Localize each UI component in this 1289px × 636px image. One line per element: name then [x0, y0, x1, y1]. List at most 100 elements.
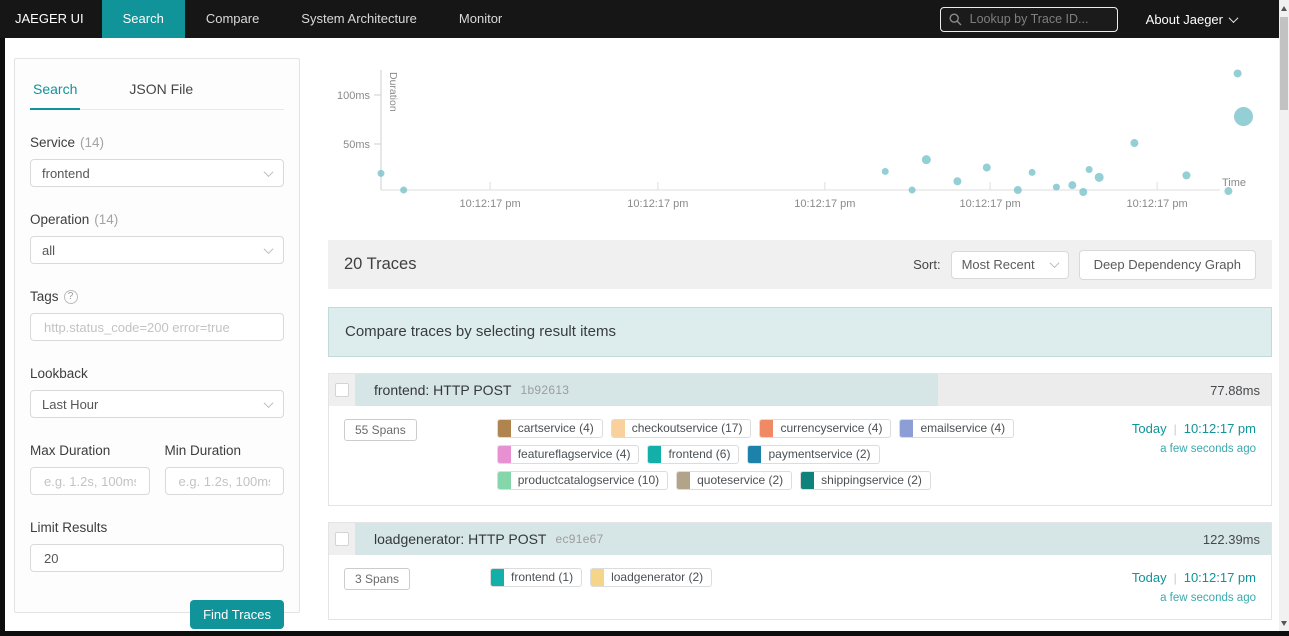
limit-results-label: Limit Results — [30, 520, 108, 535]
service-color-swatch — [900, 420, 914, 437]
service-color-swatch — [497, 420, 511, 437]
service-color-swatch — [677, 472, 691, 489]
service-tag-label: cartservice (4) — [517, 421, 594, 435]
trace-time-link[interactable]: 10:12:17 pm — [1184, 421, 1256, 436]
deep-dependency-graph-button[interactable]: Deep Dependency Graph — [1078, 249, 1256, 280]
page-scrollbar[interactable] — [1279, 0, 1289, 631]
search-panel-tab[interactable]: Search — [30, 71, 81, 110]
lookback-select-value: Last Hour — [42, 396, 99, 412]
help-icon[interactable]: ? — [63, 289, 78, 304]
svg-text:10:12:17 pm: 10:12:17 pm — [459, 198, 520, 210]
service-tag-label: currencyservice (4) — [780, 421, 883, 435]
min-duration-label: Min Duration — [164, 443, 242, 458]
trace-results-list: frontend: HTTP POST 1b92613 77.88ms 55 S… — [328, 373, 1272, 631]
service-tag: checkoutservice (17) — [610, 419, 752, 438]
trace-id: ec91e67 — [555, 532, 604, 546]
trace-time-link[interactable]: 10:12:17 pm — [1184, 570, 1256, 585]
app-brand[interactable]: JAEGER UI — [0, 0, 102, 38]
search-panel-tab-label: Search — [33, 81, 78, 97]
trace-checkbox[interactable] — [335, 383, 349, 397]
nav-tabs: Search Compare System Architecture Monit… — [101, 0, 524, 38]
nav-tab[interactable]: System Architecture — [280, 0, 438, 38]
service-tag-label: frontend (1) — [511, 570, 574, 584]
scrollbar-thumb[interactable] — [1280, 17, 1288, 110]
service-tag: quoteservice (2) — [676, 471, 793, 490]
min-duration-input[interactable] — [176, 472, 272, 490]
trace-date-link[interactable]: Today — [1132, 570, 1167, 585]
service-tag: loadgenerator (2) — [590, 568, 713, 587]
jaeger-ui-window: JAEGER UI Search Compare System Architec… — [0, 0, 1289, 636]
sort-select-value: Most Recent — [961, 257, 1035, 272]
service-tag: emailservice (4) — [899, 419, 1015, 438]
max-duration-input[interactable] — [42, 472, 138, 490]
trace-card-header: frontend: HTTP POST 1b92613 77.88ms — [329, 374, 1271, 406]
service-tag-label: frontend (6) — [668, 447, 731, 461]
about-jaeger-menu[interactable]: About Jaeger — [1145, 11, 1239, 27]
operation-select[interactable]: all — [30, 236, 284, 264]
duration-group: Max Duration Min Duration — [30, 443, 284, 495]
lookback-select[interactable]: Last Hour — [30, 390, 284, 418]
operation-group: Operation (14) all — [30, 212, 284, 264]
duration-scatter-plot[interactable]: 50ms 100ms 10:12:17 pm 10:12:17 pm 10:12:17 … — [328, 55, 1272, 227]
page-body: Search JSON File Service (14) frontend O… — [5, 38, 1279, 631]
nav-tab[interactable]: Compare — [185, 0, 280, 38]
trace-id: 1b92613 — [520, 383, 570, 397]
svg-text:10:12:17 pm: 10:12:17 pm — [1126, 198, 1187, 210]
service-color-swatch — [497, 472, 511, 489]
service-tag: frontend (1) — [490, 568, 583, 587]
svg-text:10:12:17 pm: 10:12:17 pm — [794, 198, 855, 210]
trace-checkbox-cell — [329, 523, 356, 555]
service-tags: cartservice (4) checkoutservice (17) cur… — [496, 419, 1053, 490]
lookback-group: Lookback Last Hour — [30, 366, 284, 418]
operation-count: (14) — [94, 212, 119, 227]
tags-label: Tags — [30, 289, 59, 304]
service-tag: featureflagservice (4) — [496, 445, 640, 464]
search-panel: Search JSON File Service (14) frontend O… — [14, 58, 300, 629]
compare-traces-banner-text: Compare traces by selecting result items — [345, 323, 616, 340]
service-tag: cartservice (4) — [496, 419, 603, 438]
service-tag-label: productcatalogservice (10) — [517, 473, 660, 487]
trace-checkbox-cell — [329, 374, 356, 406]
trace-lookup-input[interactable] — [967, 11, 1109, 27]
svg-text:10:12:17 pm: 10:12:17 pm — [627, 198, 688, 210]
about-jaeger-label: About Jaeger — [1145, 11, 1223, 27]
service-label: Service — [30, 135, 76, 150]
nav-tab[interactable]: Monitor — [438, 0, 523, 38]
trace-title[interactable]: loadgenerator: HTTP POST — [374, 531, 546, 547]
results-header-bar: 20 Traces Sort: Most Recent Deep Depende… — [328, 240, 1272, 289]
chevron-down-icon — [1049, 258, 1060, 269]
service-color-swatch — [760, 420, 774, 437]
service-select[interactable]: frontend — [30, 159, 284, 187]
scrollbar-down-arrow[interactable] — [1279, 617, 1289, 629]
search-panel-tab[interactable]: JSON File — [126, 71, 196, 109]
svg-text:Duration: Duration — [387, 72, 399, 112]
service-group: Service (14) frontend — [30, 135, 284, 187]
span-count-badge: 3 Spans — [344, 568, 411, 590]
trace-checkbox[interactable] — [335, 532, 349, 546]
tags-input-box — [30, 313, 284, 341]
trace-result-card[interactable]: frontend: HTTP POST 1b92613 77.88ms 55 S… — [328, 373, 1272, 506]
service-tag: shippingservice (2) — [800, 471, 931, 490]
limit-group: Limit Results — [30, 520, 284, 572]
sort-select[interactable]: Most Recent — [950, 250, 1069, 279]
nav-tab[interactable]: Search — [101, 0, 185, 38]
top-nav: JAEGER UI Search Compare System Architec… — [0, 0, 1289, 38]
trace-result-card[interactable]: loadgenerator: HTTP POST ec91e67 122.39m… — [328, 522, 1272, 620]
find-traces-button[interactable]: Find Traces — [190, 600, 284, 629]
service-color-swatch — [801, 472, 815, 489]
lookback-label: Lookback — [30, 366, 88, 381]
scrollbar-up-arrow[interactable] — [1279, 2, 1289, 14]
tags-input[interactable] — [42, 318, 272, 336]
service-color-swatch — [748, 446, 762, 463]
chevron-down-icon — [263, 243, 274, 254]
nav-tab-label: Monitor — [458, 11, 503, 26]
service-tag: currencyservice (4) — [759, 419, 892, 438]
trace-date-link[interactable]: Today — [1132, 421, 1167, 436]
service-tag: frontend (6) — [647, 445, 740, 464]
service-tag-label: emailservice (4) — [920, 421, 1006, 435]
service-color-swatch — [491, 569, 505, 586]
limit-results-input[interactable] — [42, 549, 272, 567]
trace-lookup-box[interactable] — [939, 6, 1118, 32]
trace-title[interactable]: frontend: HTTP POST — [374, 382, 511, 398]
